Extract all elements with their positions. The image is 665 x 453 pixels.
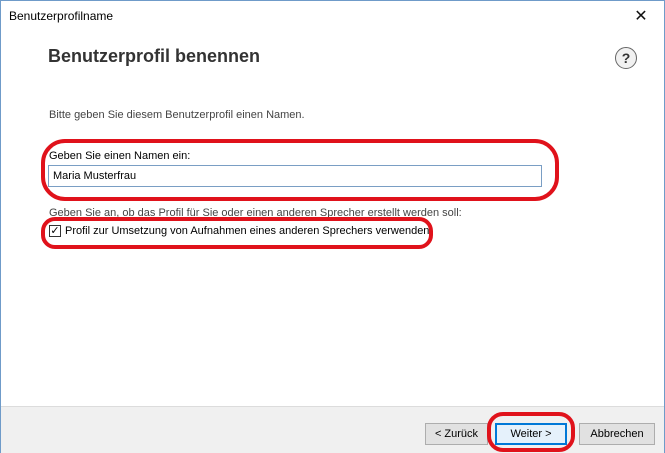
page-title: Benutzerprofil benennen bbox=[48, 46, 261, 66]
name-field-label: Geben Sie einen Namen ein: bbox=[49, 150, 191, 162]
back-button[interactable]: < Zurück bbox=[425, 423, 488, 445]
other-speaker-checkbox[interactable]: ✓ bbox=[49, 225, 61, 237]
other-speaker-checkbox-label[interactable]: Profil zur Umsetzung von Aufnahmen eines… bbox=[65, 225, 429, 237]
next-button[interactable]: Weiter > bbox=[495, 423, 567, 445]
dialog-window: Benutzerprofilname ✕ Benutzerprofil bene… bbox=[0, 0, 665, 453]
profile-name-input[interactable] bbox=[48, 165, 542, 187]
cancel-button[interactable]: Abbrechen bbox=[579, 423, 655, 445]
help-icon[interactable]: ? bbox=[615, 47, 637, 69]
other-speaker-option[interactable]: ✓ Profil zur Umsetzung von Aufnahmen ein… bbox=[49, 225, 429, 237]
speaker-choice-label: Geben Sie an, ob das Profil für Sie oder… bbox=[49, 207, 462, 219]
close-icon[interactable]: ✕ bbox=[618, 1, 664, 31]
title-bar: Benutzerprofilname ✕ bbox=[1, 1, 664, 31]
instruction-text: Bitte geben Sie diesem Benutzerprofil ei… bbox=[49, 109, 305, 121]
window-title: Benutzerprofilname bbox=[9, 9, 114, 23]
button-bar: < Zurück Weiter > Abbrechen bbox=[1, 406, 664, 453]
